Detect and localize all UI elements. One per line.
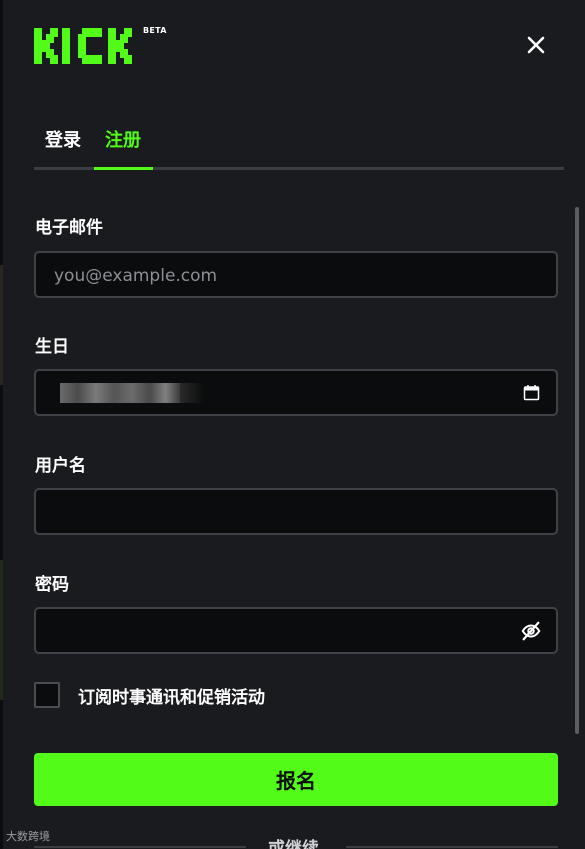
email-field-container xyxy=(34,251,558,298)
kick-logo xyxy=(34,28,132,64)
username-field[interactable] xyxy=(52,490,526,535)
email-label: 电子邮件 xyxy=(35,218,103,238)
close-icon[interactable] xyxy=(524,33,548,57)
active-tab-indicator xyxy=(94,167,153,170)
birthday-label: 生日 xyxy=(35,337,69,357)
signup-button[interactable]: 报名 xyxy=(34,753,558,806)
or-continue-text: 或继续 xyxy=(268,839,319,849)
redacted-birthday-value xyxy=(60,383,180,403)
divider-right xyxy=(346,846,558,848)
tab-login[interactable]: 登录 xyxy=(45,126,81,152)
background-edge xyxy=(0,0,3,849)
newsletter-checkbox[interactable] xyxy=(34,682,60,708)
password-field-container xyxy=(34,607,558,654)
auth-tabs: 登录 注册 xyxy=(34,118,564,170)
email-field[interactable] xyxy=(52,253,526,298)
password-field[interactable] xyxy=(52,609,526,654)
watermark: 大数跨境 xyxy=(6,830,50,843)
birthday-field[interactable] xyxy=(34,369,558,416)
calendar-icon[interactable] xyxy=(523,384,540,401)
tab-register[interactable]: 注册 xyxy=(105,126,141,152)
username-label: 用户名 xyxy=(35,456,86,476)
username-field-container xyxy=(34,488,558,535)
eye-slash-icon[interactable] xyxy=(520,620,542,642)
signup-modal: BETA 登录 注册 电子邮件 生日 用户名 密码 xyxy=(0,0,585,849)
scrollbar[interactable] xyxy=(575,207,579,734)
divider-left xyxy=(34,846,246,848)
password-label: 密码 xyxy=(35,575,69,595)
newsletter-label[interactable]: 订阅时事通讯和促销活动 xyxy=(78,683,265,708)
beta-badge: BETA xyxy=(143,26,167,35)
